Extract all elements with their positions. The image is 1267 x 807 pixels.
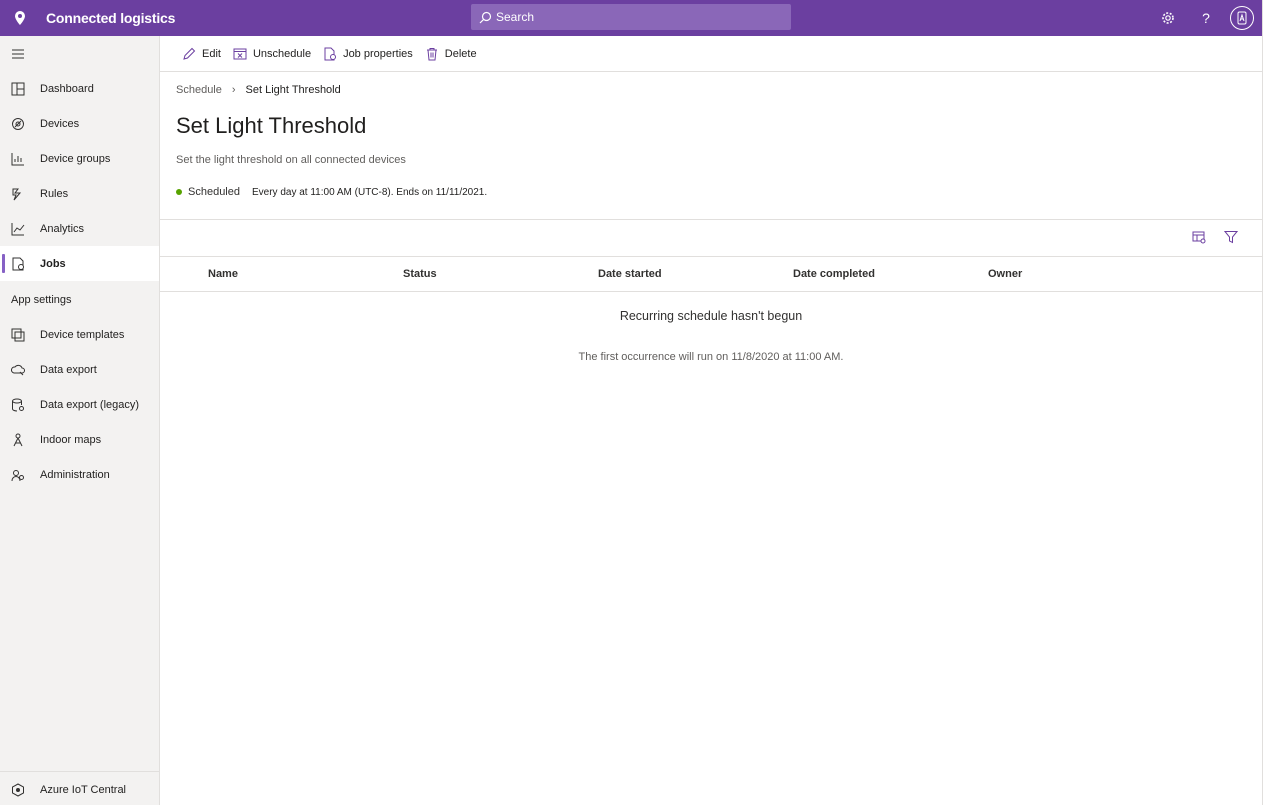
top-bar: Connected logistics Search ? — [0, 0, 1262, 36]
sidebar-item-label: Indoor maps — [40, 433, 102, 446]
delete-button[interactable]: Delete — [425, 47, 477, 61]
sidebar-item-device-groups[interactable]: Device groups — [0, 141, 159, 176]
sidebar-item-label: Data export — [40, 363, 97, 376]
column-header-date-started[interactable]: Date started — [598, 268, 662, 280]
status-dot-icon — [176, 189, 182, 195]
filter-icon[interactable] — [1223, 230, 1239, 249]
sidebar-footer: Azure IoT Central — [0, 771, 159, 805]
empty-state-title: Recurring schedule hasn't begun — [619, 309, 803, 323]
status-badge: Scheduled — [188, 186, 240, 198]
schedule-text: Every day at 11:00 AM (UTC-8). Ends on 1… — [252, 186, 488, 198]
sidebar-item-label: Device templates — [40, 328, 125, 341]
sidebar-item-label: Jobs — [40, 257, 66, 270]
column-header-name[interactable]: Name — [208, 268, 238, 280]
unschedule-button[interactable]: Unschedule — [233, 47, 311, 61]
rules-icon — [12, 188, 22, 200]
user-badge-icon — [1237, 11, 1247, 25]
trash-icon — [426, 47, 437, 60]
section-label-app-settings: App settings — [11, 294, 72, 306]
administration-icon — [11, 469, 24, 481]
job-properties-icon — [324, 47, 337, 60]
sidebar-item-device-templates[interactable]: Device templates — [0, 317, 159, 352]
sidebar-item-administration[interactable]: Administration — [0, 457, 159, 492]
empty-state-subtitle: The first occurrence will run on 11/8/20… — [578, 351, 844, 363]
sidebar-item-label: Rules — [40, 187, 69, 200]
hamburger-menu-icon[interactable] — [11, 48, 25, 60]
brand[interactable]: Connected logistics — [12, 0, 175, 36]
footer-label: Azure IoT Central — [40, 783, 127, 796]
search-box[interactable]: Search — [471, 4, 791, 30]
azure-iot-central-link[interactable]: Azure IoT Central — [0, 772, 159, 807]
sidebar-item-analytics[interactable]: Analytics — [0, 211, 159, 246]
delete-label: Delete — [444, 47, 477, 60]
sidebar-item-label: Dashboard — [40, 82, 94, 95]
sidebar-item-label: Data export (legacy) — [40, 398, 140, 411]
data-export-legacy-icon — [12, 398, 24, 411]
sidebar-item-indoor-maps[interactable]: Indoor maps — [0, 422, 159, 457]
window-edge — [1262, 0, 1267, 805]
sidebar: Dashboard Devices Device groups Rules An… — [0, 36, 160, 805]
sidebar-item-label: Devices — [40, 117, 80, 130]
breadcrumb: Schedule › Set Light Threshold — [176, 84, 341, 96]
data-export-icon — [11, 364, 25, 375]
devices-icon — [12, 117, 24, 130]
device-templates-icon — [11, 328, 25, 341]
job-properties-label: Job properties — [343, 47, 413, 60]
sidebar-item-jobs[interactable]: Jobs — [0, 246, 159, 281]
column-options-icon[interactable] — [1192, 230, 1206, 249]
sidebar-item-devices[interactable]: Devices — [0, 106, 159, 141]
edit-label: Edit — [202, 47, 221, 60]
table-tools — [1174, 230, 1239, 249]
avatar[interactable] — [1230, 6, 1254, 30]
breadcrumb-current: Set Light Threshold — [245, 84, 341, 96]
command-toolbar: Edit Unschedule Job properties Delete — [160, 36, 1262, 72]
search-placeholder: Search — [496, 10, 535, 24]
job-status: Scheduled Every day at 11:00 AM (UTC-8).… — [176, 186, 487, 198]
pencil-icon — [183, 47, 196, 60]
column-header-date-completed[interactable]: Date completed — [793, 268, 875, 280]
page-title: Set Light Threshold — [176, 113, 367, 138]
settings-gear-icon[interactable] — [1158, 8, 1178, 28]
active-indicator — [2, 254, 5, 273]
analytics-icon — [11, 222, 25, 235]
sidebar-item-dashboard[interactable]: Dashboard — [0, 71, 159, 106]
sidebar-item-label: Administration — [40, 468, 110, 481]
sidebar-item-data-export-legacy[interactable]: Data export (legacy) — [0, 387, 159, 422]
sidebar-item-data-export[interactable]: Data export — [0, 352, 159, 387]
sidebar-item-rules[interactable]: Rules — [0, 176, 159, 211]
unschedule-icon — [233, 48, 247, 59]
job-properties-button[interactable]: Job properties — [323, 47, 413, 61]
app-title: Connected logistics — [46, 10, 176, 26]
jobs-icon — [12, 257, 24, 270]
chevron-right-icon: › — [231, 84, 236, 96]
search-icon — [479, 11, 492, 23]
column-header-status[interactable]: Status — [403, 268, 437, 280]
divider — [160, 219, 1262, 220]
unschedule-label: Unschedule — [252, 47, 312, 60]
indoor-maps-icon — [13, 433, 23, 446]
iot-central-icon — [12, 782, 24, 797]
help-icon[interactable]: ? — [1196, 8, 1216, 28]
sidebar-item-label: Device groups — [40, 152, 111, 165]
sidebar-item-label: Analytics — [40, 222, 85, 235]
dashboard-icon — [11, 82, 25, 95]
device-groups-icon — [11, 152, 24, 165]
breadcrumb-schedule-link[interactable]: Schedule — [176, 84, 222, 96]
page-description: Set the light threshold on all connected… — [176, 154, 406, 166]
location-pin-icon — [15, 11, 25, 25]
edit-button[interactable]: Edit — [182, 47, 221, 61]
column-header-owner[interactable]: Owner — [988, 268, 1022, 280]
table-header: Name Status Date started Date completed … — [160, 256, 1262, 292]
